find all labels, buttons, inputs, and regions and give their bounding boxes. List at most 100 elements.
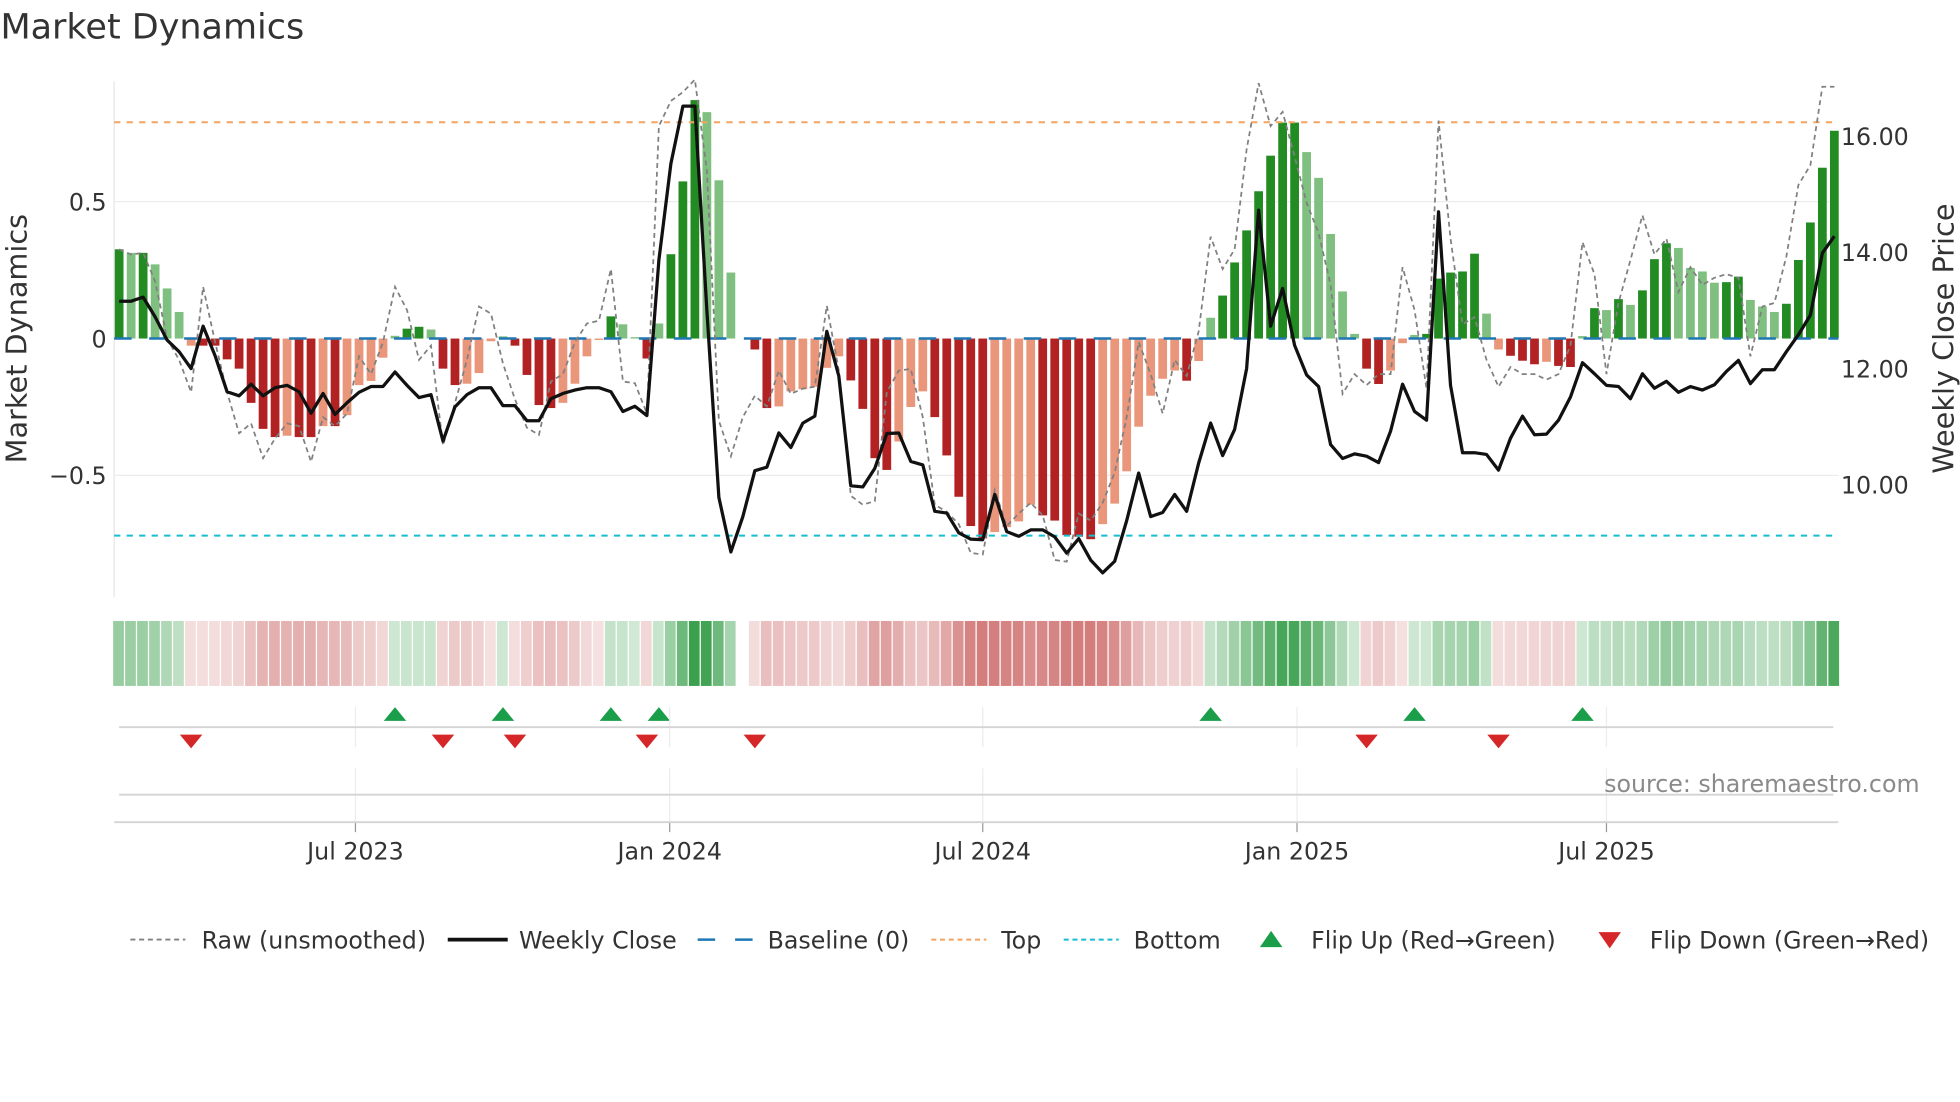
- momentum-bar: [414, 326, 424, 339]
- momentum-bar: [894, 338, 904, 442]
- momentum-bar: [606, 316, 616, 339]
- y-tick-label: 0: [92, 325, 107, 353]
- heat-cell: [1768, 620, 1780, 686]
- heat-cell: [1780, 620, 1792, 686]
- legend-label: Top: [1000, 926, 1041, 954]
- heat-cell: [1732, 620, 1744, 686]
- heat-cell: [113, 620, 124, 686]
- heat-cell: [868, 620, 880, 686]
- momentum-bar: [678, 181, 688, 339]
- legend-label: Flip Up (Red→Green): [1311, 926, 1556, 954]
- momentum-bar: [1602, 310, 1611, 339]
- market-dynamics-chart: Market Dynamics Market Dynamics Weekly C…: [0, 8, 1960, 955]
- heat-cell: [1396, 620, 1408, 686]
- momentum-bar: [1314, 177, 1323, 339]
- heat-cell: [1444, 620, 1456, 686]
- heat-cell: [664, 620, 676, 686]
- momentum-bar: [1398, 338, 1407, 344]
- heat-cell: [317, 620, 328, 686]
- momentum-bar: [1734, 276, 1743, 339]
- flip-up-marker: [1571, 707, 1594, 721]
- momentum-bar: [246, 338, 256, 403]
- momentum-bar: [1590, 308, 1599, 339]
- momentum-bar: [1494, 338, 1503, 350]
- heat-cell: [341, 620, 352, 686]
- heat-cell: [1816, 620, 1828, 686]
- momentum-bar: [1014, 338, 1024, 522]
- heat-cell: [640, 620, 652, 686]
- heat-cell: [604, 620, 616, 686]
- heat-cell: [1456, 620, 1468, 686]
- heat-cell: [832, 620, 844, 686]
- legend-flip-up-icon: [1259, 930, 1283, 948]
- flip-down-marker: [431, 734, 455, 749]
- heat-cell: [1276, 620, 1288, 686]
- heat-cell: [1216, 620, 1228, 686]
- momentum-bar: [258, 338, 268, 429]
- heat-cell: [460, 620, 472, 686]
- y2-tick-label: 10.00: [1841, 471, 1909, 499]
- heat-cell: [1120, 620, 1132, 686]
- heat-cell: [1324, 620, 1336, 686]
- heat-cell: [568, 620, 580, 686]
- heat-cell: [544, 620, 556, 686]
- heat-cell: [1084, 620, 1096, 686]
- y2-tick-label: 12.00: [1841, 355, 1909, 383]
- heat-cell: [1660, 620, 1672, 686]
- heat-cell: [1540, 620, 1552, 686]
- heat-cell: [916, 620, 928, 686]
- heat-cell: [952, 620, 964, 686]
- heat-cell: [700, 620, 712, 686]
- momentum-bar: [426, 329, 436, 339]
- heat-cell: [1588, 620, 1600, 686]
- y-tick-label: 0.5: [69, 188, 107, 216]
- heat-cell: [221, 620, 232, 686]
- momentum-bar: [582, 338, 592, 357]
- momentum-bar: [978, 338, 988, 539]
- heat-cell: [592, 620, 604, 686]
- heat-cell: [1468, 620, 1480, 686]
- momentum-bar: [1362, 338, 1371, 369]
- heat-cell: [209, 620, 220, 686]
- momentum-bar: [1218, 295, 1228, 339]
- momentum-bar: [1038, 338, 1048, 516]
- heat-cell: [353, 620, 364, 686]
- momentum-bar: [1230, 262, 1240, 339]
- heat-cell: [1672, 620, 1684, 686]
- heat-cell: [988, 620, 1000, 686]
- momentum-bar: [1170, 338, 1180, 371]
- momentum-bar: [534, 338, 544, 406]
- heat-cell: [484, 620, 496, 686]
- momentum-bar: [1074, 338, 1084, 537]
- heat-cell: [1192, 620, 1204, 686]
- heat-cell: [496, 620, 508, 686]
- momentum-bar: [306, 338, 316, 438]
- heat-cell: [1528, 620, 1540, 686]
- momentum-bar: [594, 338, 604, 340]
- heat-cell: [1132, 620, 1144, 686]
- heat-cell: [688, 620, 700, 686]
- momentum-bar: [126, 252, 136, 339]
- heat-cell: [772, 620, 784, 686]
- heat-cell: [976, 620, 988, 686]
- heat-cell: [1060, 620, 1072, 686]
- heat-cell: [880, 620, 892, 686]
- heat-cell: [724, 620, 736, 686]
- legend-label: Raw (unsmoothed): [202, 926, 426, 954]
- heat-cell: [448, 620, 460, 686]
- heat-cell: [1204, 620, 1216, 686]
- momentum-bar: [1482, 313, 1491, 339]
- momentum-bar: [234, 338, 244, 369]
- momentum-bar: [1206, 317, 1216, 339]
- momentum-bar: [438, 338, 448, 369]
- heat-cell: [1036, 620, 1048, 686]
- momentum-bar: [1626, 304, 1635, 339]
- heat-cell: [628, 620, 640, 686]
- momentum-bar: [1062, 338, 1072, 536]
- heat-cell: [1000, 620, 1012, 686]
- x-tick-label: Jan 2024: [615, 838, 721, 866]
- y-tick-label: −0.5: [49, 462, 107, 490]
- heat-cell: [712, 620, 724, 686]
- heat-cell: [1612, 620, 1624, 686]
- heat-cell: [1252, 620, 1264, 686]
